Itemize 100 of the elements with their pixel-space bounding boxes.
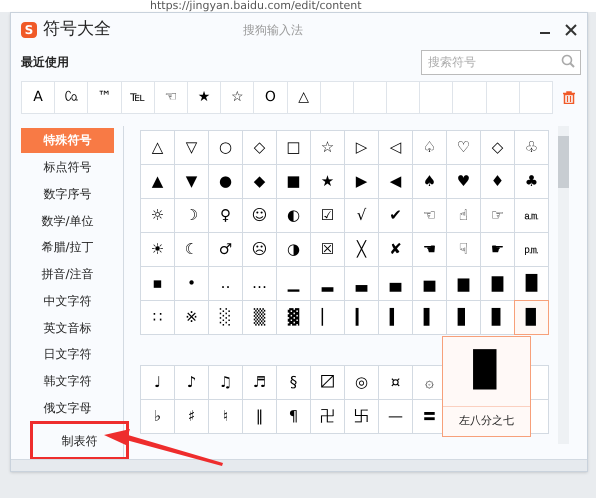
category-item[interactable]: 数字序号 (21, 182, 114, 206)
symbol-cell[interactable]: ♣ (515, 165, 548, 198)
recent-symbol[interactable]: ☜ (154, 82, 187, 113)
symbol-cell[interactable]: ☼ (141, 199, 174, 232)
symbol-cell[interactable]: ♠ (413, 165, 446, 198)
trash-icon[interactable] (563, 91, 575, 104)
symbol-cell[interactable]: ✘ (379, 233, 412, 266)
symbol-cell[interactable]: ♂ (209, 233, 242, 266)
symbol-cell[interactable]: ▉ (515, 301, 548, 334)
symbol-cell[interactable]: ▶ (345, 165, 378, 198)
symbol-cell[interactable]: ♫ (209, 366, 242, 399)
symbol-cell[interactable]: ▌ (413, 301, 446, 334)
symbol-cell[interactable]: ♀ (209, 199, 242, 232)
symbol-cell[interactable]: ‖ (243, 400, 276, 433)
symbol-cell[interactable]: □ (277, 131, 310, 164)
recent-symbol[interactable]: ★ (188, 82, 220, 113)
recent-symbol[interactable]: ☆ (221, 82, 254, 113)
symbol-cell[interactable]: ♩ (141, 366, 174, 399)
category-item[interactable]: 标点符号 (21, 154, 114, 180)
category-item[interactable]: 中文字符 (21, 288, 114, 314)
symbol-cell[interactable]: ▂ (311, 267, 344, 300)
symbol-cell[interactable]: 卐 (345, 400, 378, 433)
symbol-cell[interactable]: ☺ (243, 199, 276, 232)
symbol-cell[interactable]: ◇ (481, 131, 514, 164)
symbol-cell[interactable]: — (379, 400, 412, 433)
symbol-cell[interactable]: ♤ (413, 131, 446, 164)
recent-symbol[interactable]: ™ (88, 82, 121, 113)
symbol-cell[interactable]: ☛ (481, 233, 514, 266)
symbol-cell[interactable]: ▃ (345, 267, 378, 300)
symbol-cell[interactable]: ▋ (447, 301, 480, 334)
symbol-cell[interactable]: ▲ (141, 165, 174, 198)
symbol-cell[interactable]: ※ (175, 301, 208, 334)
symbol-cell[interactable]: ◐ (277, 199, 310, 232)
symbol-cell[interactable]: ♯ (175, 400, 208, 433)
symbol-cell[interactable]: ▁ (277, 267, 310, 300)
symbol-cell[interactable]: ▎ (345, 301, 378, 334)
symbol-cell[interactable]: 卍 (311, 400, 344, 433)
symbol-cell[interactable]: ☒ (311, 233, 344, 266)
symbol-cell[interactable]: ∷ (141, 301, 174, 334)
close-icon[interactable] (565, 24, 577, 36)
symbol-cell[interactable]: ▍ (379, 301, 412, 334)
symbol-cell[interactable]: ☚ (413, 233, 446, 266)
symbol-cell[interactable]: ☝ (447, 199, 480, 232)
symbol-cell[interactable]: ★ (311, 165, 344, 198)
symbol-cell[interactable]: ¤ (379, 366, 412, 399)
symbol-cell[interactable]: ♭ (141, 400, 174, 433)
symbol-cell[interactable]: ◑ (277, 233, 310, 266)
symbol-cell[interactable]: ♡ (447, 131, 480, 164)
recent-symbol[interactable]: ℡ (122, 82, 154, 113)
symbol-cell[interactable]: ◆ (243, 165, 276, 198)
symbol-cell[interactable]: ▼ (175, 165, 208, 198)
symbol-cell[interactable]: ㏂ (515, 199, 548, 232)
search-icon[interactable] (561, 54, 575, 68)
symbol-cell[interactable]: ☞ (481, 199, 514, 232)
symbol-cell[interactable]: ㏘ (515, 233, 548, 266)
symbol-cell[interactable]: ▆ (447, 267, 480, 300)
symbol-cell[interactable]: ☑ (311, 199, 344, 232)
symbol-cell[interactable]: ¶ (277, 400, 310, 433)
scrollbar-thumb[interactable] (558, 136, 569, 188)
symbol-cell[interactable]: ☽ (175, 199, 208, 232)
symbol-cell[interactable]: ♥ (447, 165, 480, 198)
symbol-cell[interactable]: ░ (209, 301, 242, 334)
symbol-cell[interactable]: ● (209, 165, 242, 198)
recent-symbol[interactable]: O (254, 82, 286, 113)
symbol-cell[interactable]: ♬ (243, 366, 276, 399)
category-item[interactable]: 韩文字符 (21, 368, 114, 394)
symbol-cell[interactable]: ▪ (141, 267, 174, 300)
symbol-cell[interactable]: ☆ (311, 131, 344, 164)
symbol-cell[interactable]: 〼 (311, 366, 344, 399)
symbol-cell[interactable]: √ (345, 199, 378, 232)
symbol-cell[interactable]: ▇ (481, 267, 514, 300)
symbol-cell[interactable]: ☜ (413, 199, 446, 232)
category-item[interactable]: 希腊/拉丁 (21, 235, 114, 260)
search-field[interactable]: 搜索符号 (421, 50, 581, 74)
symbol-cell[interactable]: ☟ (447, 233, 480, 266)
symbol-cell[interactable]: ‥ (209, 267, 242, 300)
recent-symbol[interactable]: ㏇ (55, 82, 88, 113)
symbol-cell[interactable]: ♦ (481, 165, 514, 198)
symbol-cell[interactable]: ♮ (209, 400, 242, 433)
category-item[interactable]: 拼音/注音 (21, 262, 114, 286)
symbol-cell[interactable]: … (243, 267, 276, 300)
symbol-cell[interactable]: ○ (209, 131, 242, 164)
category-item[interactable]: 英文音标 (21, 315, 114, 340)
category-item[interactable]: 制表符 (33, 424, 126, 457)
category-item[interactable]: 日文字符 (21, 342, 114, 367)
symbol-cell[interactable]: ◁ (379, 131, 412, 164)
symbol-cell[interactable]: ▒ (243, 301, 276, 334)
category-item[interactable]: 数学/单位 (21, 208, 114, 233)
url-text[interactable]: https://jingyan.baidu.com/edit/content (150, 0, 362, 12)
symbol-cell[interactable]: ◎ (345, 366, 378, 399)
symbol-cell[interactable]: ▊ (481, 301, 514, 334)
symbol-cell[interactable]: ▏ (311, 301, 344, 334)
symbol-cell[interactable]: █ (515, 267, 548, 300)
symbol-cell[interactable]: ♪ (175, 366, 208, 399)
symbol-cell[interactable]: § (277, 366, 310, 399)
symbol-cell[interactable]: △ (141, 131, 174, 164)
symbol-cell[interactable]: ■ (277, 165, 310, 198)
symbol-cell[interactable]: ✔ (379, 199, 412, 232)
symbol-cell[interactable]: ◇ (243, 131, 276, 164)
symbol-cell[interactable]: ☾ (175, 233, 208, 266)
